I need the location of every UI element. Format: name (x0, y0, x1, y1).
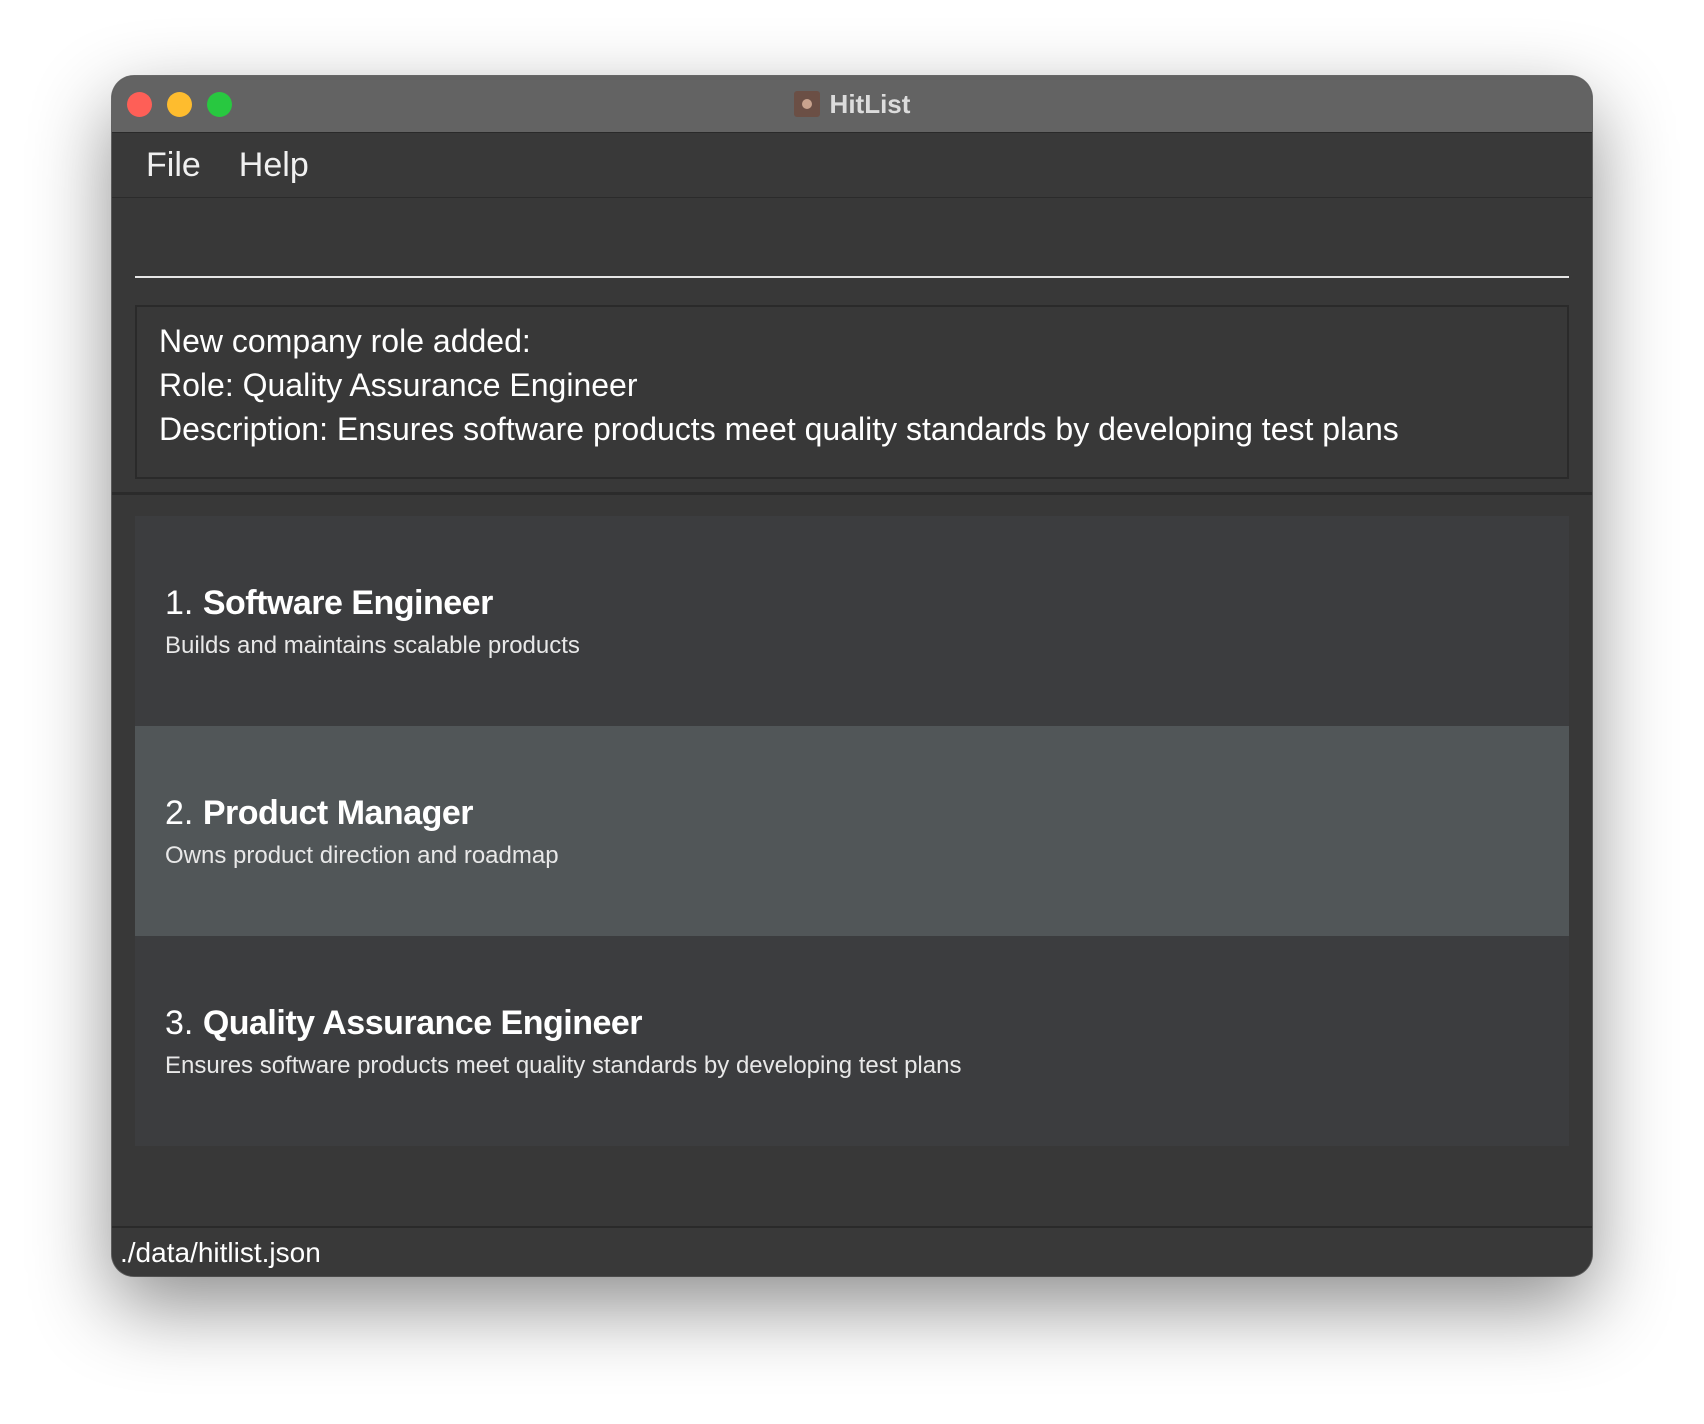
menu-file[interactable]: File (146, 146, 201, 185)
status-bar: ./data/hitlist.json (112, 1226, 1592, 1276)
role-heading: 1. Software Engineer (165, 584, 493, 623)
role-index: 1. (165, 584, 194, 622)
role-heading: 3. Quality Assurance Engineer (165, 1004, 643, 1043)
result-line: New company role added: (159, 323, 531, 359)
hitlist-app-icon (793, 91, 820, 117)
command-box (112, 198, 1592, 286)
role-index: 2. (165, 794, 194, 832)
role-card-software-engineer[interactable]: 1. Software Engineer Builds and maintain… (135, 516, 1569, 726)
result-display: New company role added: Role: Quality As… (135, 305, 1569, 479)
role-index: 3. (165, 1004, 194, 1042)
title-bar[interactable]: HitList (112, 76, 1592, 133)
command-input[interactable] (135, 198, 1569, 278)
app-window: HitList File Help New company role added… (112, 76, 1592, 1276)
role-card-product-manager[interactable]: 2. Product Manager Owns product directio… (135, 726, 1569, 936)
role-name: Software Engineer (202, 584, 494, 622)
status-file-path: ./data/hitlist.json (120, 1237, 321, 1268)
role-description: Owns product direction and roadmap (165, 842, 559, 869)
role-list[interactable]: 1. Software Engineer Builds and maintain… (112, 495, 1592, 1231)
menu-help[interactable]: Help (239, 146, 309, 185)
title-group: HitList (112, 76, 1592, 132)
result-display-panel: New company role added: Role: Quality As… (112, 288, 1592, 495)
role-name: Product Manager (202, 794, 474, 832)
menu-bar: File Help (112, 133, 1592, 198)
role-description: Builds and maintains scalable products (165, 632, 580, 659)
role-heading: 2. Product Manager (165, 794, 474, 833)
result-line: Role: Quality Assurance Engineer (159, 367, 638, 403)
result-line: Description: Ensures software products m… (159, 411, 1399, 447)
role-description: Ensures software products meet quality s… (165, 1052, 962, 1079)
window-title: HitList (829, 88, 911, 119)
role-card-quality-assurance-engineer[interactable]: 3. Quality Assurance Engineer Ensures so… (135, 936, 1569, 1146)
role-name: Quality Assurance Engineer (202, 1004, 643, 1042)
